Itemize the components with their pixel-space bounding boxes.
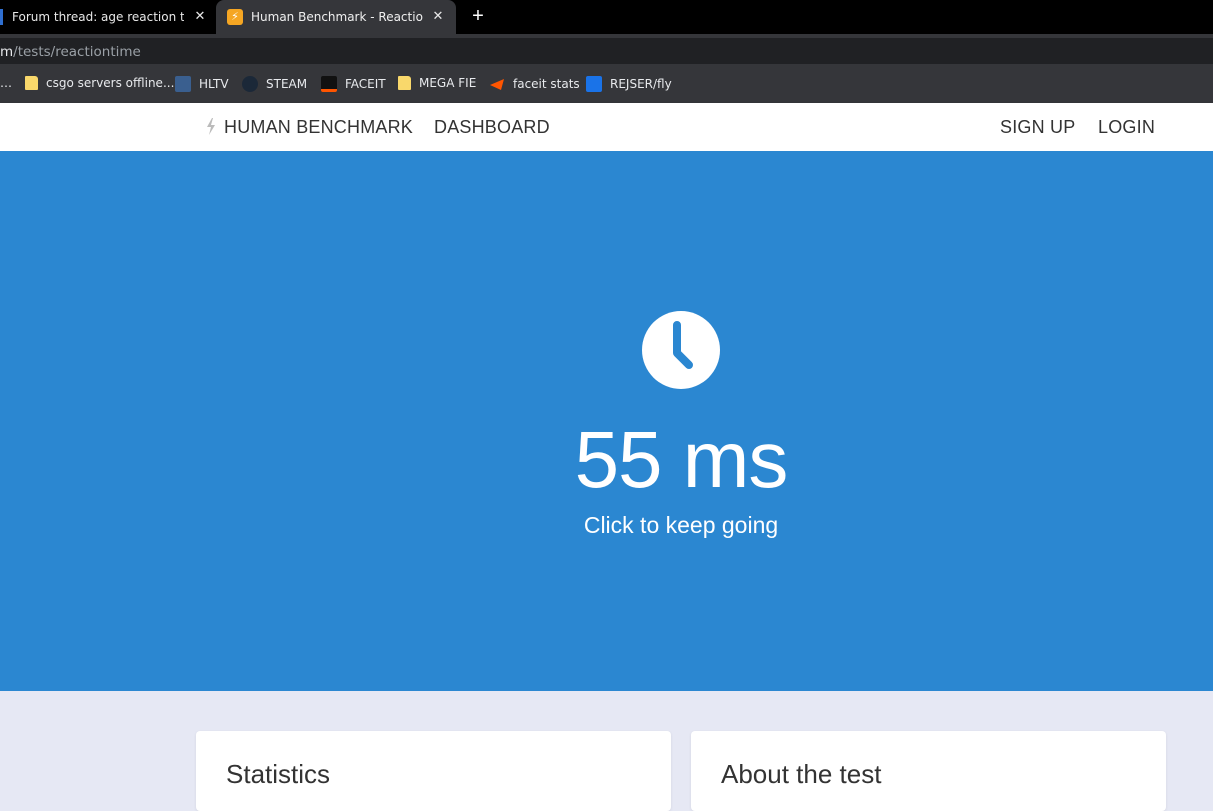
plane-icon	[586, 76, 602, 92]
bookmark-steam[interactable]: STEAM	[242, 76, 307, 92]
dashboard-link[interactable]: DASHBOARD	[434, 117, 550, 138]
faceit-icon	[489, 76, 505, 92]
bookmark-label: csgo servers offline...	[46, 76, 175, 90]
new-tab-button[interactable]: +	[467, 5, 489, 27]
bookmark-label: REJSER/fly	[610, 77, 672, 91]
signup-link[interactable]: SIGN UP	[1000, 117, 1075, 138]
bookmark-faceit-stats[interactable]: faceit stats	[489, 76, 580, 92]
bookmark-label: …	[0, 76, 12, 90]
continue-prompt: Click to keep going	[583, 512, 779, 538]
bookmark-label: faceit stats	[513, 77, 580, 91]
folder-icon	[25, 76, 38, 90]
login-link[interactable]: LOGIN	[1098, 117, 1155, 138]
bookmark-hltv[interactable]: HLTV	[175, 76, 229, 92]
brand-link[interactable]: HUMAN BENCHMARK	[224, 117, 413, 138]
faceit-icon	[321, 76, 337, 92]
card-title: About the test	[721, 759, 882, 789]
close-icon[interactable]: ✕	[192, 9, 208, 25]
bookmark-mega-fie[interactable]: MEGA FIE	[398, 76, 476, 90]
statistics-card: Statistics	[196, 731, 671, 811]
tab-human-benchmark[interactable]: ⚡ Human Benchmark - Reaction Time ✕	[216, 0, 456, 34]
lightning-icon: ⚡	[227, 9, 243, 25]
tab-title: Forum thread: age reaction time	[12, 10, 184, 24]
url-text: m/tests/reactiontime	[0, 44, 141, 60]
clock-icon	[642, 311, 720, 389]
url-input[interactable]: m/tests/reactiontime	[0, 38, 1213, 64]
lightning-icon	[207, 118, 215, 135]
card-title: Statistics	[226, 759, 331, 789]
steam-icon	[242, 76, 258, 92]
bookmark-csgo-servers[interactable]: csgo servers offline...	[25, 76, 174, 90]
close-icon[interactable]: ✕	[430, 9, 446, 25]
bookmarks-bar: … csgo servers offline... HLTV STEAM FAC…	[0, 66, 1213, 103]
site-navbar: HUMAN BENCHMARK DASHBOARD SIGN UP LOGIN	[0, 103, 1213, 151]
bookmark-label: FACEIT	[345, 77, 386, 91]
bookmark-overflow[interactable]: …	[0, 76, 12, 90]
browser-tab-strip: Forum thread: age reaction time ✕ ⚡ Huma…	[0, 0, 1213, 34]
address-bar: m/tests/reactiontime	[0, 34, 1213, 66]
tab-forum-thread[interactable]: Forum thread: age reaction time ✕	[0, 0, 215, 34]
folder-icon	[398, 76, 411, 90]
bookmark-rejser-fly[interactable]: REJSER/fly	[586, 76, 672, 92]
tab-favicon	[0, 9, 3, 25]
tab-title: Human Benchmark - Reaction Time	[251, 10, 423, 24]
about-card: About the test	[691, 731, 1166, 811]
bookmark-label: HLTV	[199, 77, 229, 91]
result-time: 55 ms	[574, 415, 789, 504]
bookmark-label: MEGA FIE	[419, 76, 477, 90]
hltv-icon	[175, 76, 191, 92]
bookmark-faceit[interactable]: FACEIT	[321, 76, 386, 92]
bookmark-label: STEAM	[266, 77, 308, 91]
